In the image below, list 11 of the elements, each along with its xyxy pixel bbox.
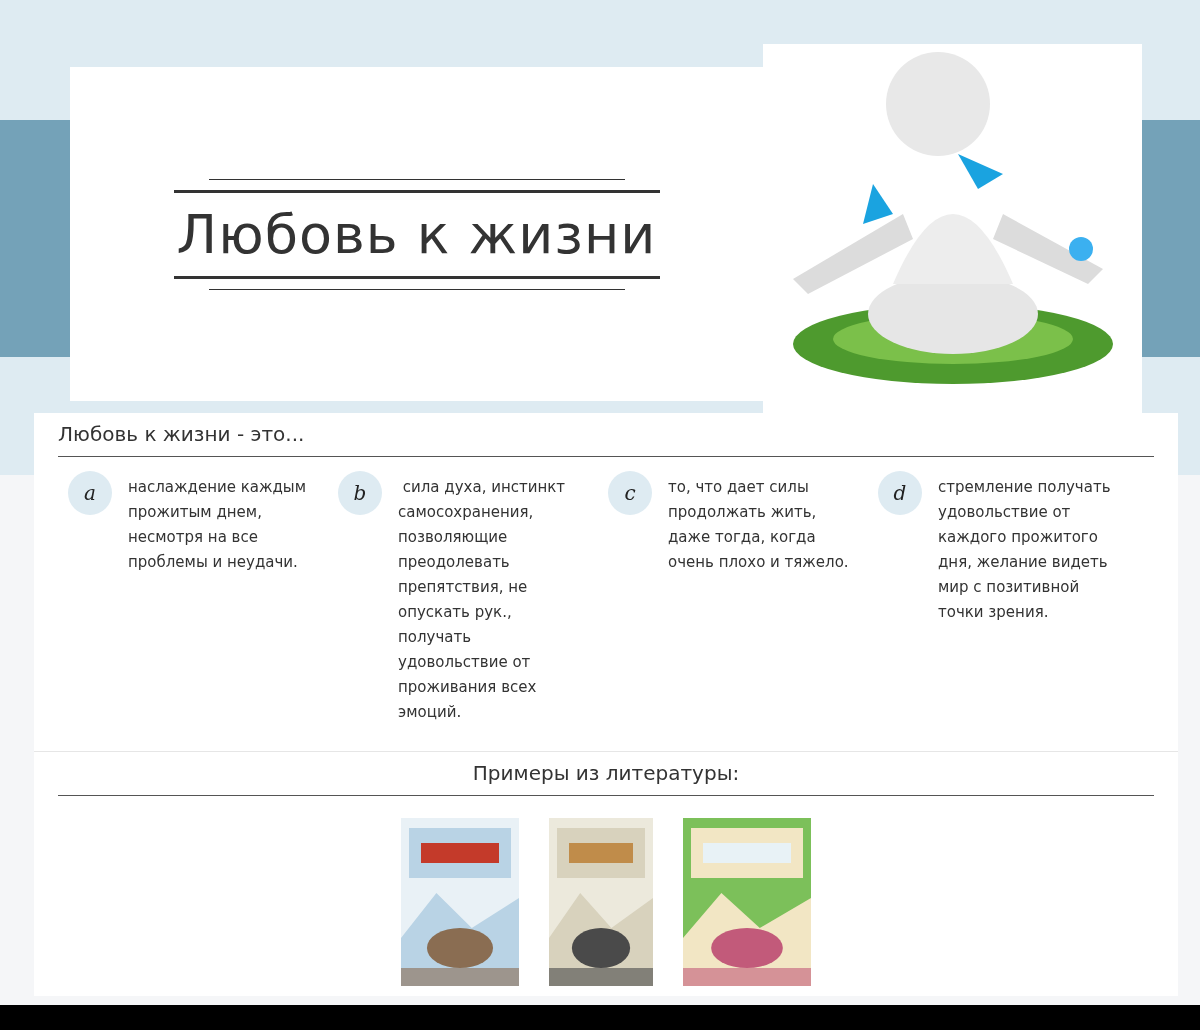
page-title: Любовь к жизни bbox=[176, 202, 657, 266]
definition-text: сила духа, инстинкт самосохранения, позволяющие преодолевать препятствия, не опускать рук., получать удовольствие от проживания всех эмоций. bbox=[398, 477, 567, 723]
letter-badge: d bbox=[878, 471, 922, 515]
letter-badge: c bbox=[608, 471, 652, 515]
definition-text: стремление получать удовольствие от каждого прожитого дня, желание видеть мир с позитивной точки зрения. bbox=[938, 477, 1112, 623]
section-heading: Примеры из литературы: bbox=[58, 752, 1154, 796]
definition-text: наслаждение каждым прожитым днем, несмотря на все проблемы и неудачи. bbox=[128, 477, 307, 573]
section-heading: Любовь к жизни - это... bbox=[58, 413, 1154, 457]
letter-badge: b bbox=[338, 471, 382, 515]
definition-text: то, что дает силы продолжать жить, даже тогда, когда очень плохо и тяжело. bbox=[668, 477, 850, 573]
letter-badge: a bbox=[68, 471, 112, 515]
